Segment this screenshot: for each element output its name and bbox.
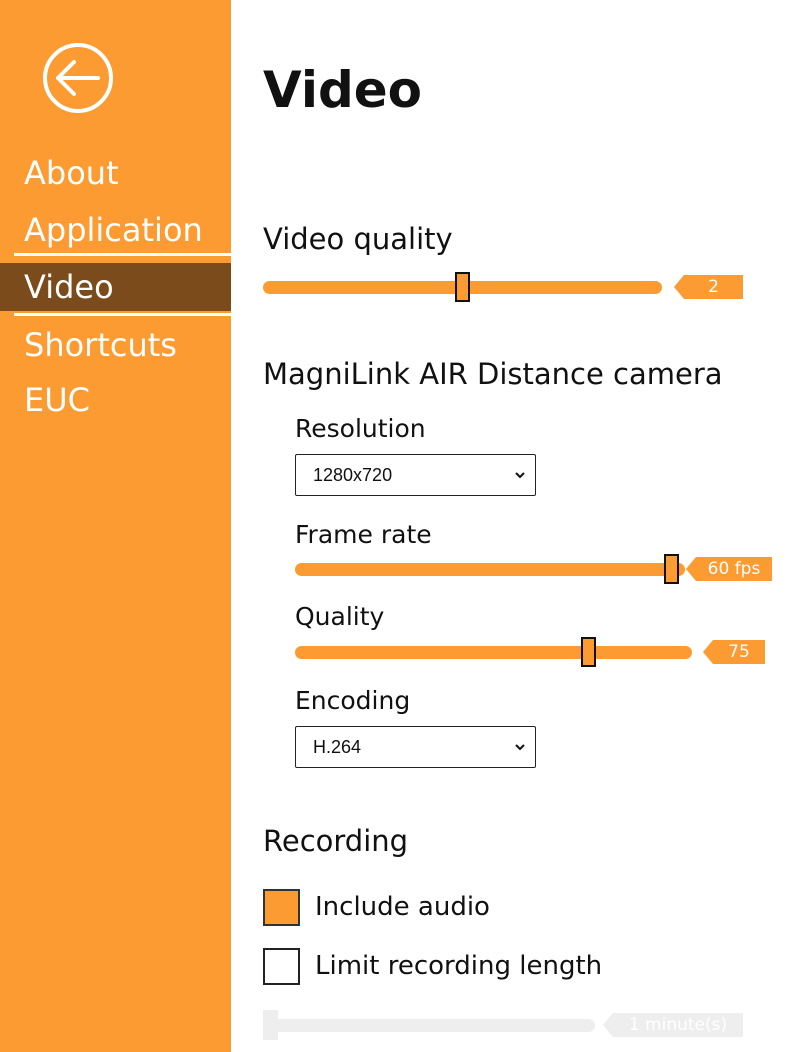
sidebar-item-euc[interactable]: EUC: [0, 380, 231, 420]
chevron-down-icon: [515, 472, 525, 479]
video-quality-slider[interactable]: 2: [263, 272, 743, 302]
slider-value: 1 minute(s): [603, 1013, 743, 1037]
resolution-select[interactable]: 1280x720: [295, 454, 536, 496]
back-button[interactable]: [38, 40, 118, 120]
page-title: Video: [263, 61, 423, 119]
nav-divider: [14, 313, 231, 316]
slider-track: [295, 563, 685, 576]
sidebar-item-video[interactable]: Video: [0, 263, 231, 311]
chevron-down-icon: [515, 744, 525, 751]
slider-track: [263, 1019, 595, 1032]
back-arrow-circle-icon: [43, 43, 113, 113]
include-audio-label[interactable]: Include audio: [315, 889, 490, 926]
nav-divider: [14, 253, 231, 256]
recording-length-slider: 1 minute(s): [263, 1010, 745, 1040]
limit-recording-length-checkbox[interactable]: [263, 948, 300, 985]
encoding-label: Encoding: [295, 686, 411, 715]
slider-track: [295, 646, 692, 659]
frame-rate-slider[interactable]: 60 fps: [295, 554, 775, 584]
slider-value: 60 fps: [686, 557, 772, 581]
encoding-selected-value: H.264: [313, 737, 362, 757]
slider-thumb[interactable]: [664, 554, 679, 584]
recording-section-title: Recording: [263, 824, 409, 858]
resolution-selected-value: 1280x720: [313, 465, 393, 485]
encoding-select[interactable]: H.264: [295, 726, 536, 768]
sidebar: About Application Video Shortcuts EUC: [0, 0, 231, 1052]
slider-thumb[interactable]: [455, 272, 470, 302]
camera-section-title: MagniLink AIR Distance camera: [263, 357, 723, 391]
sidebar-item-shortcuts[interactable]: Shortcuts: [0, 325, 231, 365]
sidebar-item-application[interactable]: Application: [0, 210, 231, 250]
sidebar-item-about[interactable]: About: [0, 153, 231, 193]
slider-value: 75: [703, 640, 765, 664]
video-quality-label: Video quality: [263, 222, 453, 256]
slider-thumb: [263, 1010, 278, 1040]
limit-recording-length-label[interactable]: Limit recording length: [315, 948, 602, 985]
slider-value: 2: [674, 275, 743, 299]
quality-slider[interactable]: 75: [295, 637, 765, 667]
resolution-label: Resolution: [295, 414, 426, 443]
include-audio-checkbox[interactable]: [263, 889, 300, 926]
quality-label: Quality: [295, 602, 385, 631]
frame-rate-label: Frame rate: [295, 520, 432, 549]
slider-thumb[interactable]: [581, 637, 596, 667]
